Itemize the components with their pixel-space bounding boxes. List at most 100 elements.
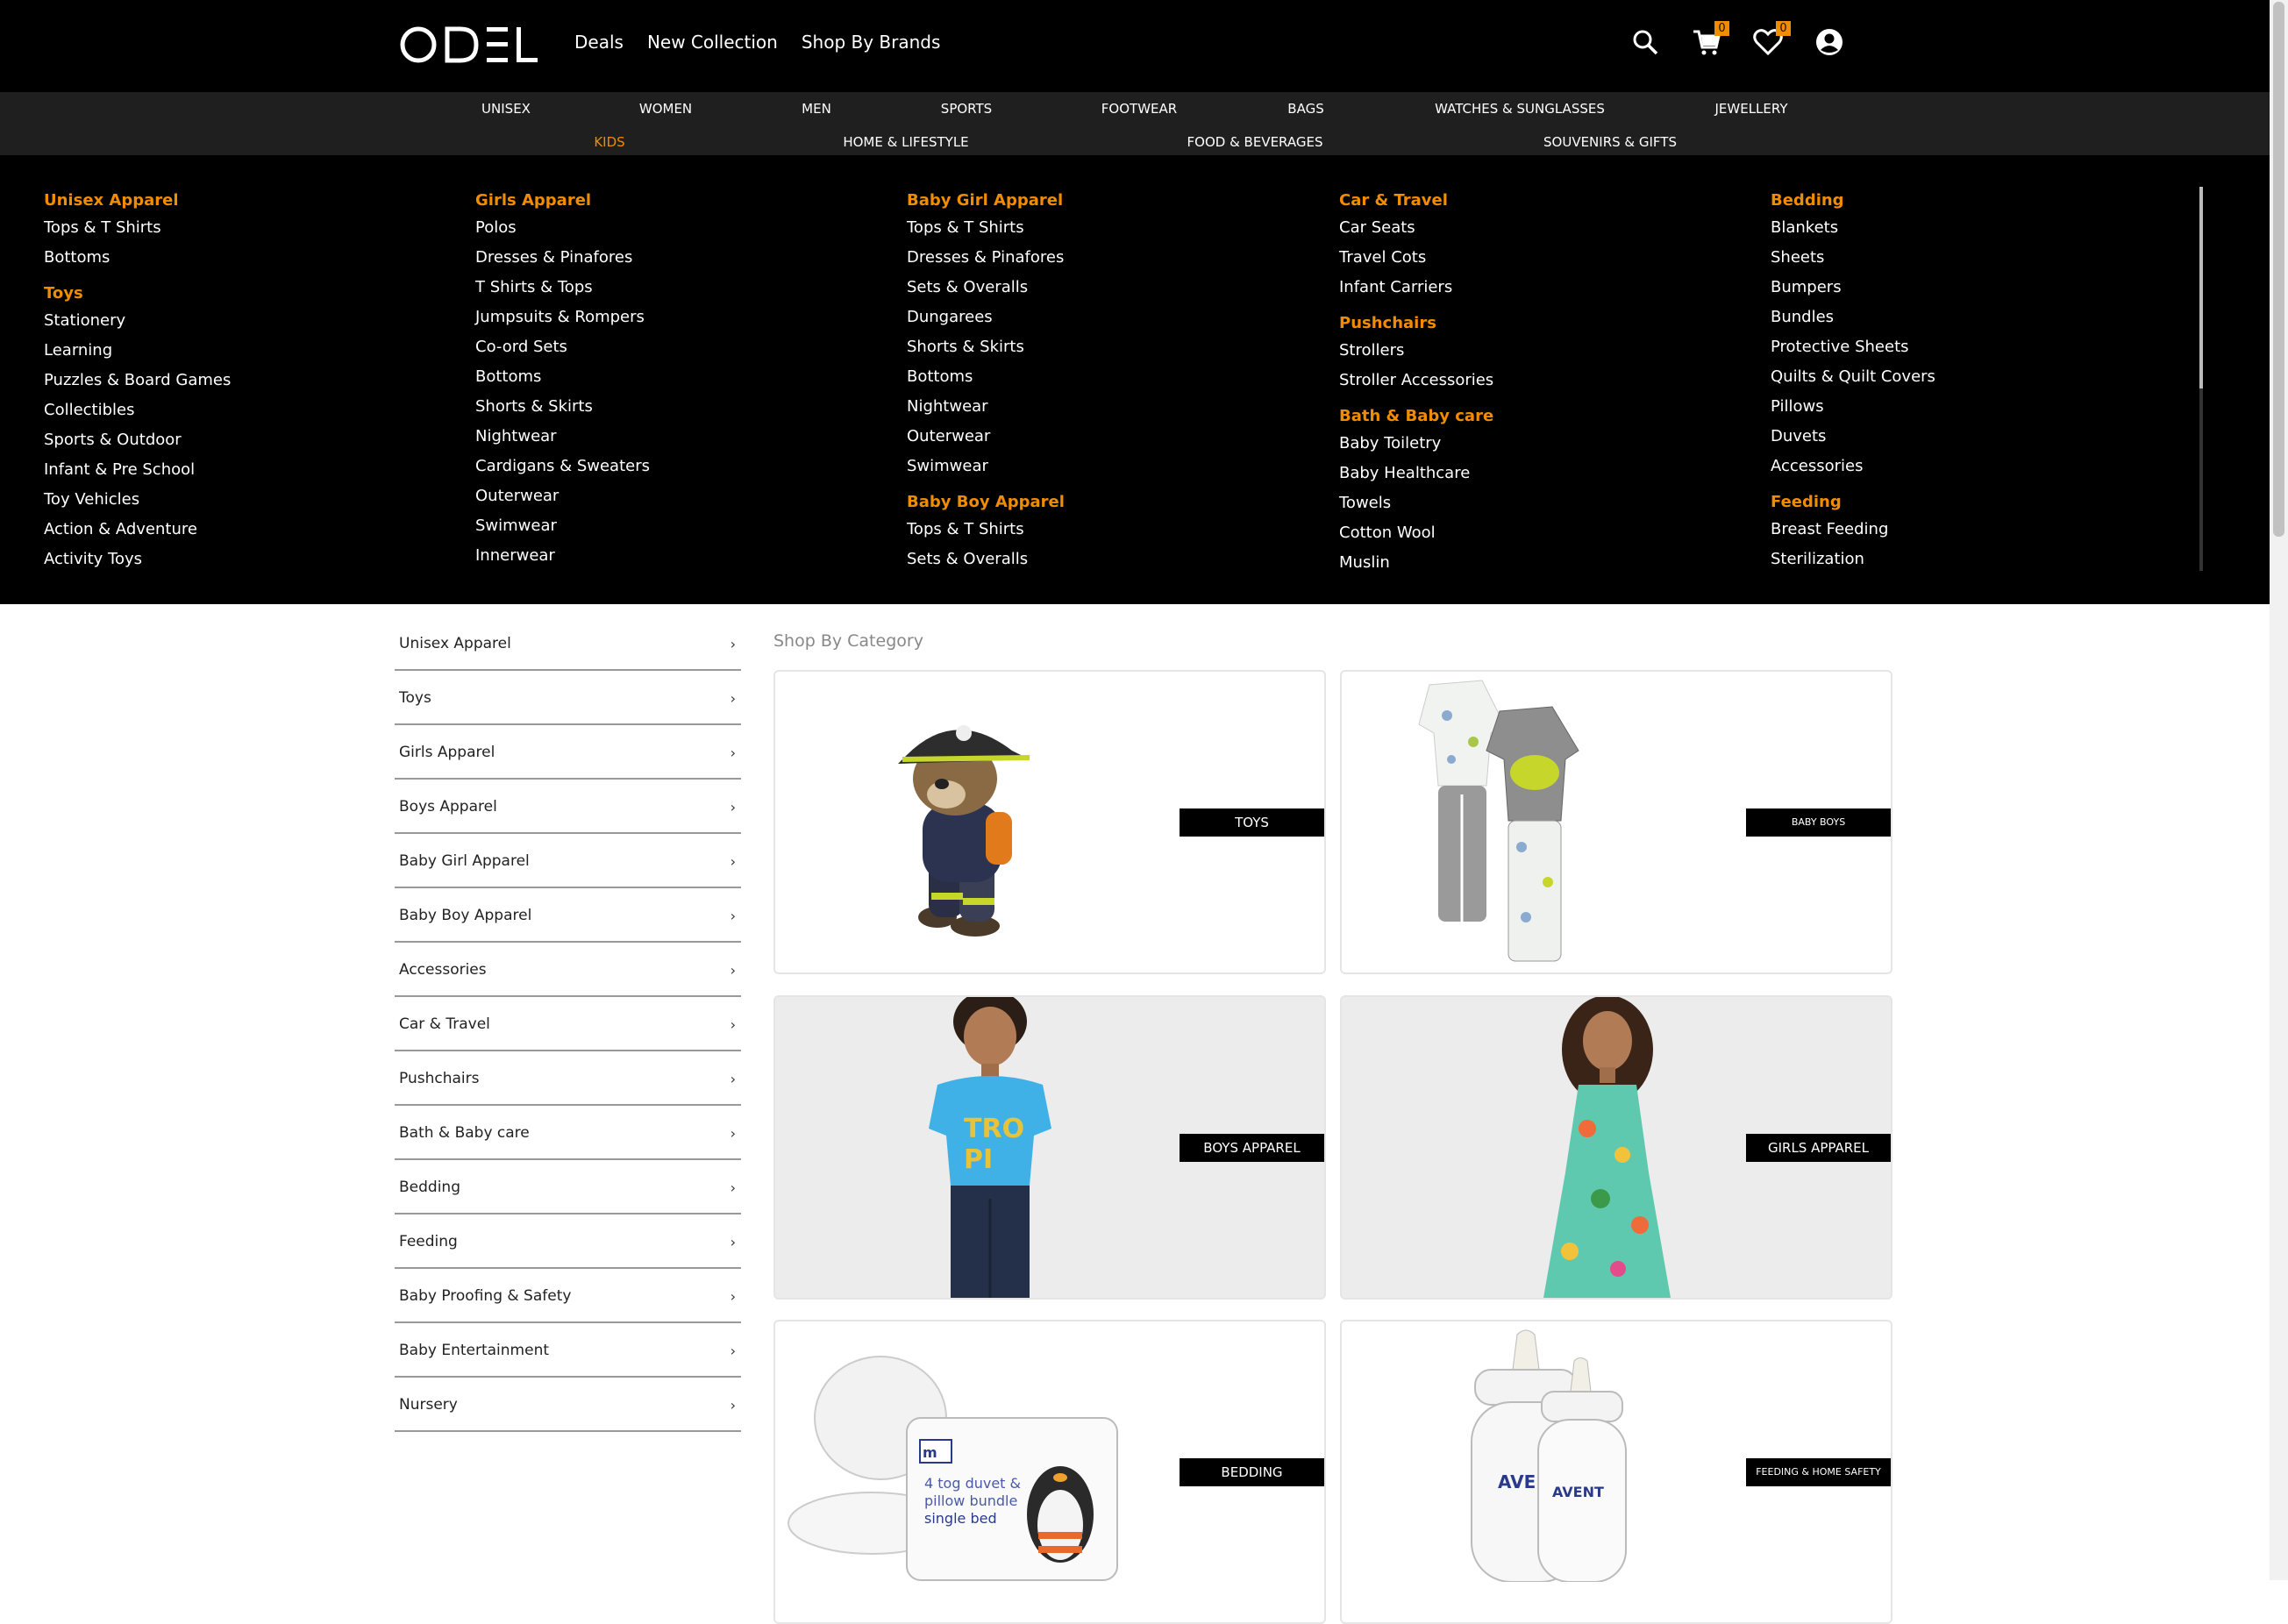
sidebar-item-toys[interactable]: Toys › [395,673,741,725]
page-scroll-thumb[interactable] [2273,2,2284,537]
category-kids[interactable]: KIDS [594,134,624,150]
mega-item[interactable]: Sets & Overalls [907,545,1319,574]
sidebar-item-baby-girl-apparel[interactable]: Baby Girl Apparel › [395,836,741,888]
nav-deals[interactable]: Deals [574,32,624,53]
mega-item[interactable]: Breast Feeding [1771,515,2183,545]
sidebar-item-pushchairs[interactable]: Pushchairs › [395,1053,741,1106]
sidebar-item-car-travel[interactable]: Car & Travel › [395,999,741,1051]
sidebar-item-baby-boy-apparel[interactable]: Baby Boy Apparel › [395,890,741,943]
mega-item[interactable]: Bottoms [475,362,887,392]
mega-item[interactable]: Muslin [1339,548,1751,578]
mega-item[interactable]: Sheets [1771,243,2183,273]
mega-item[interactable]: Infant Carriers [1339,273,1751,303]
sidebar-item-bath-baby-care[interactable]: Bath & Baby care › [395,1108,741,1160]
mega-item[interactable]: Infant & Pre School [44,455,456,485]
category-men[interactable]: MEN [802,101,831,117]
category-card-boys-apparel[interactable]: TRO PI BOYS APPAREL [773,995,1326,1300]
cart-icon[interactable]: 0 [1691,21,1729,58]
mega-menu-scrollbar[interactable] [2199,187,2203,571]
mega-item[interactable]: Puzzles & Board Games [44,366,456,395]
mega-menu-scroll-thumb[interactable] [2199,187,2203,388]
mega-item[interactable]: Activity Toys [44,545,456,574]
mega-item[interactable]: Blankets [1771,213,2183,243]
mega-item[interactable]: Tops & T Shirts [907,213,1319,243]
sidebar-item-accessories[interactable]: Accessories › [395,944,741,997]
mega-group-title[interactable]: Feeding [1771,490,2183,515]
mega-item[interactable]: Dungarees [907,303,1319,332]
mega-item[interactable]: Swimwear [907,452,1319,481]
category-food-beverages[interactable]: FOOD & BEVERAGES [1187,134,1323,150]
category-home-lifestyle[interactable]: HOME & LIFESTYLE [843,134,968,150]
mega-item[interactable]: Outerwear [475,481,887,511]
mega-item[interactable]: Duvets [1771,422,2183,452]
category-card-bedding[interactable]: m 4 tog duvet & pillow bundle single bed… [773,1320,1326,1624]
mega-item[interactable]: Baby Toiletry [1339,429,1751,459]
mega-item[interactable]: Co-ord Sets [475,332,887,362]
sidebar-item-feeding[interactable]: Feeding › [395,1216,741,1269]
category-sports[interactable]: SPORTS [941,101,992,117]
mega-group-title[interactable]: Baby Boy Apparel [907,490,1319,515]
search-icon[interactable] [1629,26,1661,58]
sidebar-item-boys-apparel[interactable]: Boys Apparel › [395,781,741,834]
mega-item[interactable]: Cardigans & Sweaters [475,452,887,481]
mega-item[interactable]: Dresses & Pinafores [475,243,887,273]
mega-item[interactable]: T Shirts & Tops [475,273,887,303]
nav-shop-by-brands[interactable]: Shop By Brands [802,32,941,53]
mega-item[interactable]: Polos [475,213,887,243]
mega-item[interactable]: Baby Healthcare [1339,459,1751,488]
category-card-toys[interactable]: TOYS [773,670,1326,974]
mega-group-title[interactable]: Pushchairs [1339,311,1751,336]
category-souvenirs-gifts[interactable]: SOUVENIRS & GIFTS [1543,134,1677,150]
mega-item[interactable]: Nightwear [475,422,887,452]
mega-item[interactable]: Action & Adventure [44,515,456,545]
mega-item[interactable]: Tops & T Shirts [44,213,456,243]
category-women[interactable]: WOMEN [639,101,692,117]
category-card-baby-boys[interactable]: BABY BOYS [1340,670,1892,974]
mega-item[interactable]: Shorts & Skirts [907,332,1319,362]
mega-item[interactable]: Tops & T Shirts [907,515,1319,545]
category-jewellery[interactable]: JEWELLERY [1714,101,1787,117]
mega-item[interactable]: Learning [44,336,456,366]
mega-group-title[interactable]: Toys [44,281,456,306]
mega-item[interactable]: Bumpers [1771,273,2183,303]
mega-item[interactable]: Stroller Accessories [1339,366,1751,395]
mega-item[interactable]: Pillows [1771,392,2183,422]
mega-item[interactable]: Bottoms [907,362,1319,392]
wishlist-heart-icon[interactable]: 0 [1752,21,1791,58]
mega-item[interactable]: Quilts & Quilt Covers [1771,362,2183,392]
category-footwear[interactable]: FOOTWEAR [1101,101,1177,117]
mega-item[interactable]: Swimwear [475,511,887,541]
mega-item[interactable]: Sports & Outdoor [44,425,456,455]
sidebar-item-girls-apparel[interactable]: Girls Apparel › [395,727,741,780]
mega-item[interactable]: Stationery [44,306,456,336]
mega-group-title[interactable]: Baby Girl Apparel [907,189,1319,213]
mega-item[interactable]: Towels [1339,488,1751,518]
category-card-feeding-home-safety[interactable]: AVENT AVENT FEEDING & HOME SAFETY [1340,1320,1892,1624]
mega-item[interactable]: Sets & Overalls [907,273,1319,303]
mega-item[interactable]: Outerwear [907,422,1319,452]
sidebar-item-baby-entertainment[interactable]: Baby Entertainment › [395,1325,741,1378]
mega-item[interactable]: Protective Sheets [1771,332,2183,362]
mega-item[interactable]: Jumpsuits & Rompers [475,303,887,332]
mega-item[interactable]: Travel Cots [1339,243,1751,273]
nav-new-collection[interactable]: New Collection [647,32,778,53]
mega-item[interactable]: Nightwear [907,392,1319,422]
category-watches-sunglasses[interactable]: WATCHES & SUNGLASSES [1435,101,1605,117]
mega-item[interactable]: Car Seats [1339,213,1751,243]
mega-item[interactable]: Cotton Wool [1339,518,1751,548]
mega-item[interactable]: Toy Vehicles [44,485,456,515]
account-icon[interactable] [1814,26,1845,58]
mega-item[interactable]: Bundles [1771,303,2183,332]
sidebar-item-nursery[interactable]: Nursery › [395,1379,741,1432]
sidebar-item-unisex-apparel[interactable]: Unisex Apparel › [395,618,741,671]
mega-item[interactable]: Shorts & Skirts [475,392,887,422]
mega-item[interactable]: Strollers [1339,336,1751,366]
mega-group-title[interactable]: Bath & Baby care [1339,404,1751,429]
odel-logo[interactable] [399,23,539,67]
sidebar-item-baby-proofing-safety[interactable]: Baby Proofing & Safety › [395,1271,741,1323]
category-unisex[interactable]: UNISEX [481,101,531,117]
mega-item[interactable]: Sterilization [1771,545,2183,574]
mega-group-title[interactable]: Girls Apparel [475,189,887,213]
page-scrollbar[interactable] [2270,0,2288,1580]
mega-group-title[interactable]: Unisex Apparel [44,189,456,213]
